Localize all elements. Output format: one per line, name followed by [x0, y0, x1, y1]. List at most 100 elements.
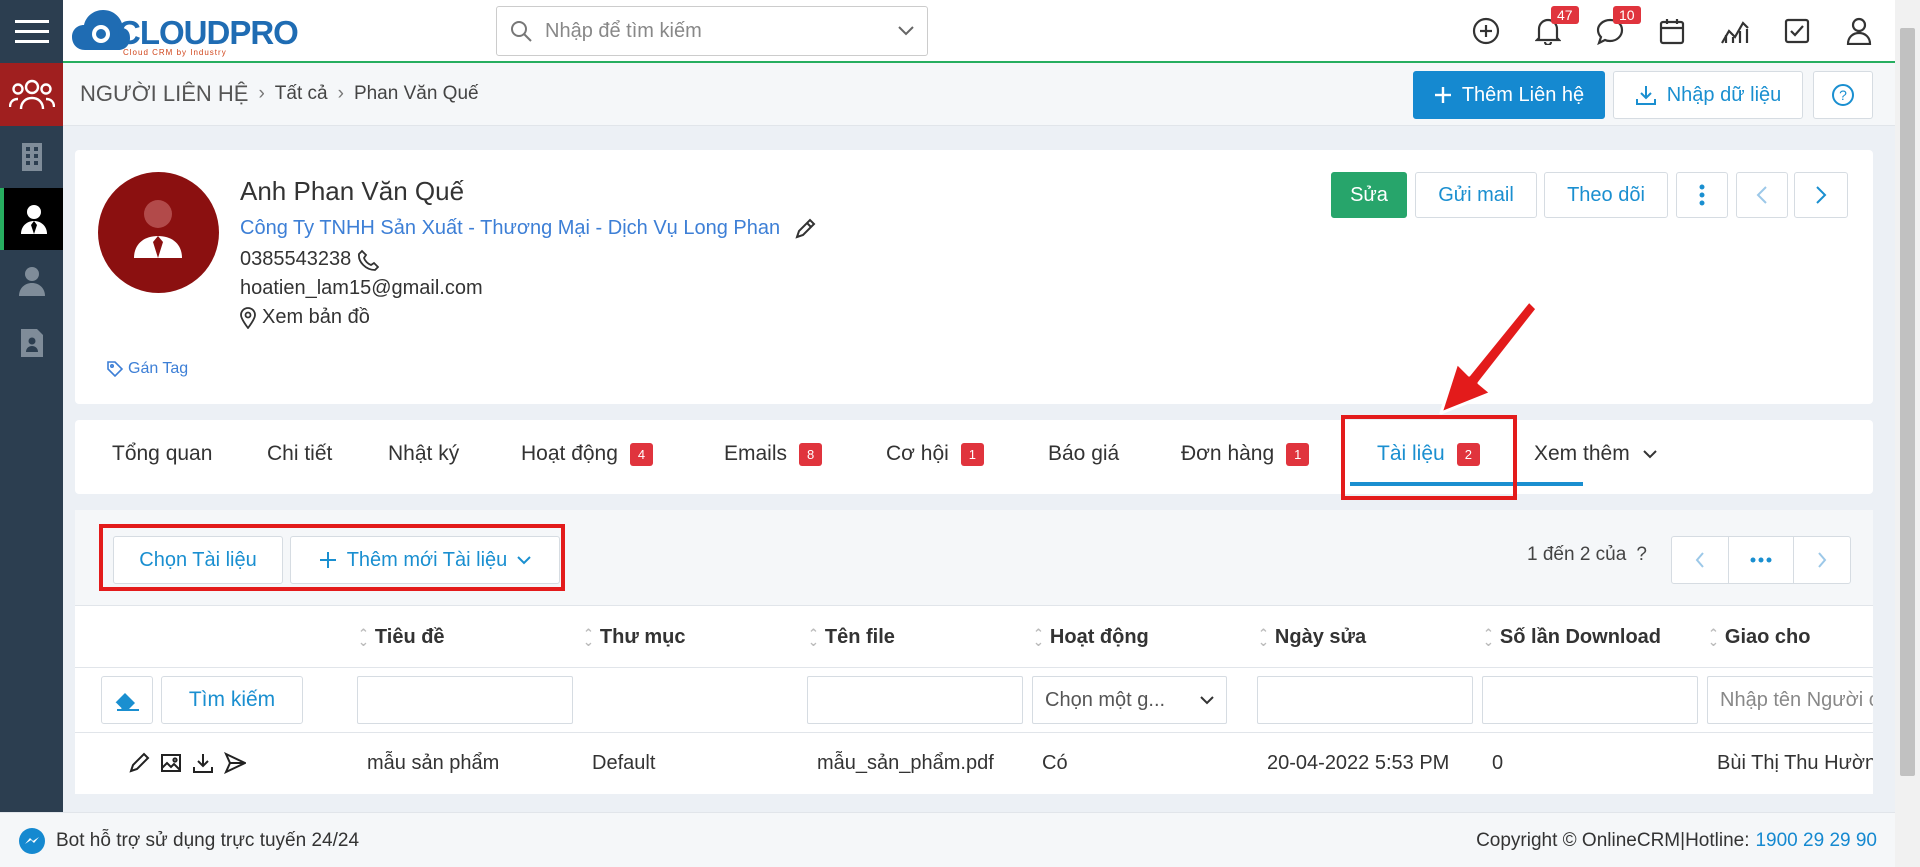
tab-orders[interactable]: Đơn hàng 1	[1181, 442, 1310, 466]
divider	[75, 667, 1873, 668]
user-profile-icon[interactable]	[1842, 14, 1876, 48]
tab-overview[interactable]: Tổng quan	[112, 442, 212, 466]
contact-name: Anh Phan Văn Quế	[240, 176, 465, 206]
sort-icon: ⌃ ⌄	[1483, 625, 1494, 649]
send-mail-label: Gửi mail	[1438, 183, 1514, 206]
task-icon[interactable]	[1780, 14, 1814, 48]
vertical-dots-icon	[1699, 184, 1705, 206]
scrollbar-thumb[interactable]	[1900, 28, 1915, 776]
follow-button[interactable]: Theo dõi	[1544, 172, 1668, 218]
edit-button[interactable]: Sửa	[1331, 172, 1407, 218]
svg-text:?: ?	[1839, 87, 1847, 103]
avatar[interactable]	[98, 172, 219, 293]
total-count-help[interactable]: ?	[1636, 544, 1647, 566]
download-icon[interactable]	[192, 752, 214, 774]
notifications-button[interactable]: 47	[1531, 6, 1579, 48]
assignee-filter-input[interactable]: Nhập tên Người c	[1707, 676, 1873, 724]
hotline-link[interactable]: 1900 29 29 90	[1755, 830, 1877, 852]
image-preview-icon[interactable]	[160, 752, 182, 774]
tab-details[interactable]: Chi tiết	[267, 442, 332, 466]
column-header-title[interactable]: ⌃ ⌄ Tiêu đề	[358, 626, 445, 649]
column-header-folder[interactable]: ⌃ ⌄ Thư mục	[583, 626, 686, 649]
row-filename[interactable]: mẫu_sản_phẩm.pdf	[817, 752, 994, 775]
next-record-button[interactable]	[1794, 172, 1848, 218]
sidebar-item-documents[interactable]	[0, 312, 63, 374]
menu-icon[interactable]	[0, 0, 63, 63]
import-data-button[interactable]: Nhập dữ liệu	[1613, 71, 1803, 119]
add-contact-label: Thêm Liên hệ	[1461, 83, 1585, 106]
tab-log[interactable]: Nhật ký	[388, 442, 459, 466]
sidebar-item-contacts-group[interactable]	[0, 63, 63, 126]
report-icon[interactable]	[1718, 14, 1752, 48]
chevron-left-icon	[1756, 186, 1767, 204]
sidebar	[0, 0, 63, 812]
follow-label: Theo dõi	[1567, 183, 1645, 206]
logo-text: CLOUDPRO	[117, 14, 299, 51]
phone-icon[interactable]	[357, 249, 380, 271]
company-link[interactable]: Công Ty TNHH Sản Xuất - Thương Mại - Dịc…	[240, 217, 780, 240]
column-header-active[interactable]: ⌃ ⌄ Hoạt động	[1033, 626, 1149, 649]
clear-filter-button[interactable]	[101, 676, 153, 724]
column-header-modified[interactable]: ⌃ ⌄ Ngày sửa	[1258, 626, 1366, 649]
contact-icon	[20, 205, 47, 234]
support-bot[interactable]: Bot hỗ trợ sử dụng trực tuyến 24/24	[18, 827, 359, 855]
sidebar-item-leads[interactable]	[0, 250, 63, 312]
logo[interactable]: CLOUDPRO Cloud CRM by Industry	[71, 6, 301, 57]
add-icon[interactable]	[1469, 14, 1503, 48]
tab-emails[interactable]: Emails 8	[724, 442, 823, 466]
building-icon	[21, 143, 42, 171]
page-menu-button[interactable]	[1728, 536, 1794, 584]
logo-subtitle: Cloud CRM by Industry	[123, 48, 227, 57]
calendar-icon[interactable]	[1655, 14, 1689, 48]
column-header-assignee[interactable]: ⌃ ⌄ Giao cho	[1708, 626, 1810, 649]
previous-page-button[interactable]	[1671, 536, 1729, 584]
annotation-box-documents-tab	[1341, 415, 1517, 500]
tab-opportunities[interactable]: Cơ hội 1	[886, 442, 985, 466]
send-mail-button[interactable]: Gửi mail	[1415, 172, 1537, 218]
row-modified: 20-04-2022 5:53 PM	[1267, 752, 1450, 774]
column-label: Tên file	[824, 626, 895, 648]
column-header-filename[interactable]: ⌃ ⌄ Tên file	[808, 626, 895, 649]
phone-number[interactable]: 0385543238	[240, 248, 351, 271]
more-options-button[interactable]	[1676, 172, 1728, 218]
tab-activities[interactable]: Hoạt động 4	[521, 442, 654, 466]
row-title[interactable]: mẫu sản phẩm	[367, 752, 499, 775]
sidebar-item-contacts[interactable]	[0, 188, 63, 250]
contact-email[interactable]: hoatien_lam15@gmail.com	[240, 277, 483, 300]
tab-label: Xem thêm	[1534, 442, 1630, 465]
active-filter-select[interactable]: Chọn một g...	[1032, 676, 1227, 724]
tab-more[interactable]: Xem thêm	[1534, 442, 1658, 466]
contact-map[interactable]: Xem bản đồ	[240, 306, 370, 329]
row-active: Có	[1042, 752, 1068, 774]
add-contact-button[interactable]: Thêm Liên hệ	[1413, 71, 1605, 119]
map-pin-icon	[240, 306, 256, 329]
chat-button[interactable]: 10	[1593, 6, 1641, 48]
send-icon[interactable]	[224, 752, 246, 774]
annotation-arrow	[1439, 299, 1539, 415]
filename-filter-input[interactable]	[807, 676, 1023, 724]
help-button[interactable]: ?	[1813, 71, 1873, 119]
tab-label: Emails	[724, 442, 788, 465]
sidebar-item-organizations[interactable]	[0, 126, 63, 188]
view-map-link: Xem bản đồ	[262, 306, 370, 328]
tab-quotes[interactable]: Báo giá	[1048, 442, 1119, 466]
sort-icon: ⌃ ⌄	[583, 625, 594, 649]
assign-tag[interactable]: Gán Tag	[107, 360, 188, 378]
tab-badge: 1	[1286, 442, 1310, 466]
search-filter-button[interactable]: Tìm kiếm	[161, 676, 303, 724]
title-filter-input[interactable]	[357, 676, 573, 724]
next-page-button[interactable]	[1793, 536, 1851, 584]
pencil-icon[interactable]	[128, 752, 150, 774]
column-header-downloads[interactable]: ⌃ ⌄ Số lần Download	[1483, 626, 1661, 649]
downloads-filter-input[interactable]	[1482, 676, 1698, 724]
breadcrumb-all[interactable]: Tất cả	[275, 83, 328, 105]
search-input[interactable]: Nhập để tìm kiếm	[545, 20, 897, 43]
download-icon	[1635, 86, 1656, 105]
sort-icon: ⌃ ⌄	[1033, 625, 1044, 649]
global-search[interactable]: Nhập để tìm kiếm	[496, 6, 928, 56]
previous-record-button[interactable]	[1736, 172, 1788, 218]
breadcrumb-module[interactable]: NGƯỜI LIÊN HỆ	[80, 81, 248, 107]
sort-icon: ⌃ ⌄	[808, 625, 819, 649]
modified-filter-input[interactable]	[1257, 676, 1473, 724]
pencil-icon[interactable]	[794, 218, 816, 240]
